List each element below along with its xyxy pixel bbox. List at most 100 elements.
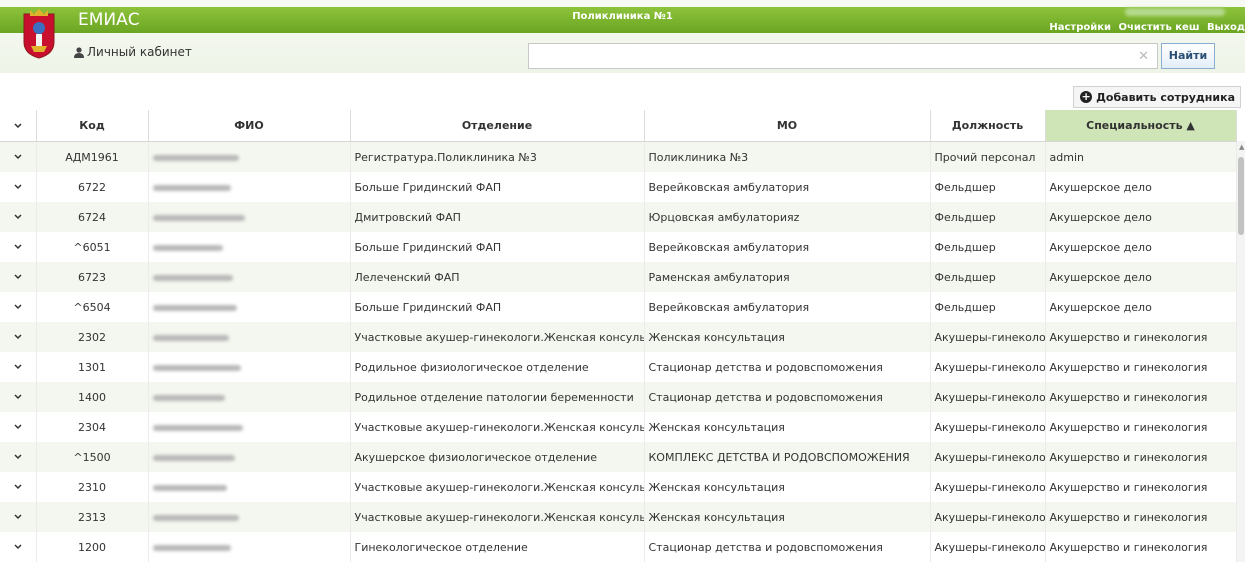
cell-name-redacted: [148, 322, 351, 352]
cell-position: Акушеры-гинекологи: [930, 472, 1046, 502]
chevron-down-icon: [14, 213, 22, 219]
find-button[interactable]: Найти: [1161, 43, 1215, 69]
search-input[interactable]: [529, 44, 1131, 68]
cell-name-redacted: [148, 292, 351, 322]
cell-code: 1400: [36, 382, 149, 412]
cell-name-redacted: [148, 532, 351, 562]
cell-name-redacted: [148, 502, 351, 532]
row-expand-toggle[interactable]: [0, 472, 37, 502]
app-header: ЕМИАС Поликлиника №1 Настройки Очистить …: [0, 0, 1245, 73]
table-row[interactable]: 6723 Лелеченский ФАП Раменская амбулатория…: [0, 262, 1237, 292]
table-row[interactable]: 1301 Родильное физиологическое отделение С…: [0, 352, 1237, 382]
cell-department: Гинекологическое отделение: [350, 532, 645, 562]
table-row[interactable]: 2310 Участковые акушер-гинекологи.Женская…: [0, 472, 1237, 502]
cell-specialty: Акушерство и гинекология: [1045, 322, 1237, 352]
cell-code: ^1500: [36, 442, 149, 472]
scroll-up-arrow-icon[interactable]: ▲: [1239, 143, 1244, 151]
cell-department: Родильное физиологическое отделение: [350, 352, 645, 382]
cell-position: Акушеры-гинекологи: [930, 442, 1046, 472]
column-header-mo[interactable]: МО: [644, 110, 931, 142]
cell-code: 2313: [36, 502, 149, 532]
cell-name-redacted: [148, 262, 351, 292]
cell-code: 2310: [36, 472, 149, 502]
table-row[interactable]: 2302 Участковые акушер-гинекологи.Женская…: [0, 322, 1237, 352]
cell-department: Дмитровский ФАП: [350, 202, 645, 232]
cell-specialty: Акушерство и гинекология: [1045, 382, 1237, 412]
cell-name-redacted: [148, 172, 351, 202]
row-expand-toggle[interactable]: [0, 352, 37, 382]
scrollbar-thumb[interactable]: [1238, 157, 1244, 235]
cell-department: Регистратура.Поликлиника №3: [350, 141, 645, 172]
cell-code: 6724: [36, 202, 149, 232]
clear-cache-link[interactable]: Очистить кеш: [1119, 22, 1200, 33]
cell-code: 6723: [36, 262, 149, 292]
row-expand-toggle[interactable]: [0, 202, 37, 232]
column-header-code[interactable]: Код: [36, 110, 149, 142]
personal-cabinet-link[interactable]: Личный кабинет: [74, 45, 192, 59]
user-icon: [74, 46, 84, 58]
table-row[interactable]: 6722 Больше Гридинский ФАП Верейковская ам…: [0, 172, 1237, 202]
employees-table: Код ФИО Отделение МО Должность Специальн…: [0, 110, 1237, 562]
cell-position: Акушеры-гинекологи: [930, 322, 1046, 352]
cell-mo: Женская консультация: [644, 502, 931, 532]
chevron-down-icon: [14, 543, 22, 549]
row-expand-toggle[interactable]: [0, 442, 37, 472]
cell-department: Родильное отделение патологии беременнос…: [350, 382, 645, 412]
cell-specialty: Акушерство и гинекология: [1045, 532, 1237, 562]
cell-specialty: Акушерство и гинекология: [1045, 472, 1237, 502]
cell-department: Участковые акушер-гинекологи.Женская кон…: [350, 322, 645, 352]
cell-specialty: admin: [1045, 141, 1237, 172]
column-header-specialty[interactable]: Специальность ▲: [1045, 110, 1237, 142]
cell-mo: КОМПЛЕКС ДЕТСТВА И РОДОВСПОМОЖЕНИЯ: [644, 442, 931, 472]
row-expand-toggle[interactable]: [0, 532, 37, 562]
row-expand-toggle[interactable]: [0, 382, 37, 412]
cell-specialty: Акушерское дело: [1045, 172, 1237, 202]
row-expand-toggle[interactable]: [0, 502, 37, 532]
cell-department: Больше Гридинский ФАП: [350, 172, 645, 202]
cell-specialty: Акушерство и гинекология: [1045, 412, 1237, 442]
cell-position: Фельдшер: [930, 232, 1046, 262]
add-employee-button[interactable]: + Добавить сотрудника: [1073, 86, 1241, 108]
cell-name-redacted: [148, 442, 351, 472]
chevron-down-icon: [14, 363, 22, 369]
table-row[interactable]: 6724 Дмитровский ФАП Юрцовская амбулатория…: [0, 202, 1237, 232]
close-icon[interactable]: ✕: [1138, 49, 1149, 64]
cell-position: Прочий персонал: [930, 141, 1046, 172]
column-header-position[interactable]: Должность: [930, 110, 1046, 142]
cell-position: Фельдшер: [930, 292, 1046, 322]
cell-department: Участковые акушер-гинекологи.Женская кон…: [350, 502, 645, 532]
row-expand-toggle[interactable]: [0, 292, 37, 322]
row-expand-toggle[interactable]: [0, 412, 37, 442]
row-expand-toggle[interactable]: [0, 322, 37, 352]
row-expand-toggle[interactable]: [0, 141, 37, 172]
table-row[interactable]: ^6051 Больше Гридинский ФАП Верейковская а…: [0, 232, 1237, 262]
table-row[interactable]: ^1500 Акушерское физиологическое отделени…: [0, 442, 1237, 472]
table-row[interactable]: ^6504 Больше Гридинский ФАП Верейковская а…: [0, 292, 1237, 322]
settings-link[interactable]: Настройки: [1049, 22, 1111, 33]
cell-mo: Женская консультация: [644, 472, 931, 502]
table-row[interactable]: 2304 Участковые акушер-гинекологи.Женская…: [0, 412, 1237, 442]
row-expand-toggle[interactable]: [0, 172, 37, 202]
cell-position: Акушеры-гинекологи: [930, 532, 1046, 562]
table-row[interactable]: 2313 Участковые акушер-гинекологи.Женская…: [0, 502, 1237, 532]
cell-mo: Раменская амбулатория: [644, 262, 931, 292]
table-row[interactable]: 1400 Родильное отделение патологии береме…: [0, 382, 1237, 412]
expand-column-header[interactable]: [0, 110, 37, 142]
cell-specialty: Акушерство и гинекология: [1045, 502, 1237, 532]
table-row[interactable]: 1200 Гинекологическое отделение Стационар …: [0, 532, 1237, 562]
chevron-down-icon: [14, 273, 22, 279]
cell-specialty: Акушерское дело: [1045, 232, 1237, 262]
cell-name-redacted: [148, 412, 351, 442]
cell-department: Больше Гридинский ФАП: [350, 292, 645, 322]
clinic-name: Поликлиника №1: [572, 11, 673, 22]
chevron-down-icon: [14, 393, 22, 399]
row-expand-toggle[interactable]: [0, 262, 37, 292]
column-header-name[interactable]: ФИО: [148, 110, 351, 142]
cell-name-redacted: [148, 232, 351, 262]
logout-link[interactable]: Выход: [1207, 22, 1245, 33]
cell-code: 1301: [36, 352, 149, 382]
row-expand-toggle[interactable]: [0, 232, 37, 262]
column-header-department[interactable]: Отделение: [350, 110, 645, 142]
table-row[interactable]: АДМ1961 Регистратура.Поликлиника №3 Поликл…: [0, 141, 1237, 172]
cell-mo: Женская консультация: [644, 412, 931, 442]
